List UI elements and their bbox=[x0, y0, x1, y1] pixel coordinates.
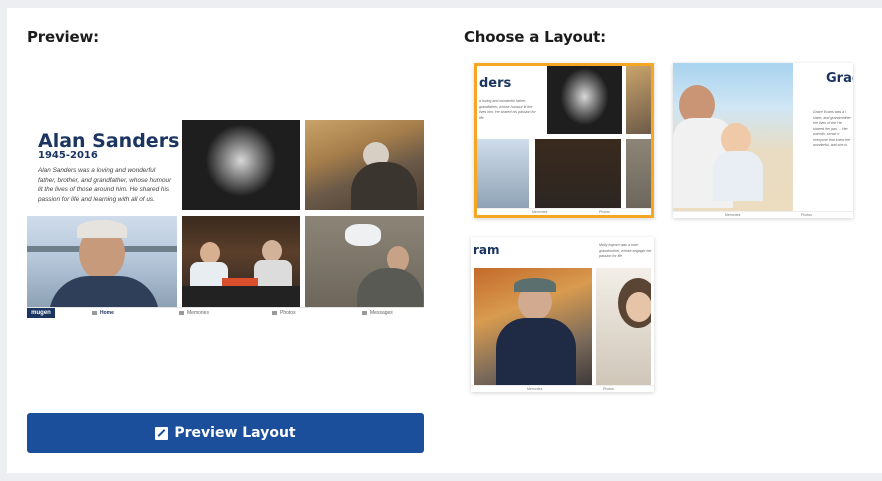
preview-name: Alan Sanders bbox=[38, 130, 180, 152]
external-link-icon bbox=[155, 426, 169, 440]
preview-nav-bar: mugen Home Memories Photos Messages bbox=[27, 307, 424, 318]
portrait-photo-bw bbox=[182, 120, 300, 210]
preview-bio: Alan Sanders was a loving and wonderful … bbox=[38, 167, 172, 203]
grandfather-baby-photo bbox=[305, 216, 424, 307]
preview-heading: Preview: bbox=[27, 28, 99, 46]
nav-messages: Messages bbox=[362, 309, 393, 317]
elderly-man-photo bbox=[27, 216, 177, 307]
layout-option-1[interactable]: ders a loving and wonderful father, gran… bbox=[474, 63, 654, 218]
preview-dates: 1945-2016 bbox=[38, 150, 98, 161]
photos-icon bbox=[272, 310, 277, 315]
street-photo bbox=[305, 120, 424, 210]
mugen-logo: mugen bbox=[27, 308, 55, 318]
preview-layout-button[interactable]: Preview Layout bbox=[27, 413, 424, 453]
nav-memories: Memories bbox=[179, 309, 209, 317]
choose-layout-heading: Choose a Layout: bbox=[464, 28, 606, 46]
layout-option-3[interactable]: ram Molly Ingram was a lovin grandmother… bbox=[471, 237, 654, 392]
messages-icon bbox=[362, 310, 367, 315]
memories-icon bbox=[179, 310, 184, 315]
layout-option-2[interactable]: Grac Grace Evans was a l sister, and gra… bbox=[673, 63, 853, 218]
cafe-photo bbox=[182, 216, 300, 307]
nav-photos: Photos bbox=[272, 309, 296, 317]
home-icon bbox=[92, 310, 97, 315]
nav-home: Home bbox=[92, 309, 114, 317]
